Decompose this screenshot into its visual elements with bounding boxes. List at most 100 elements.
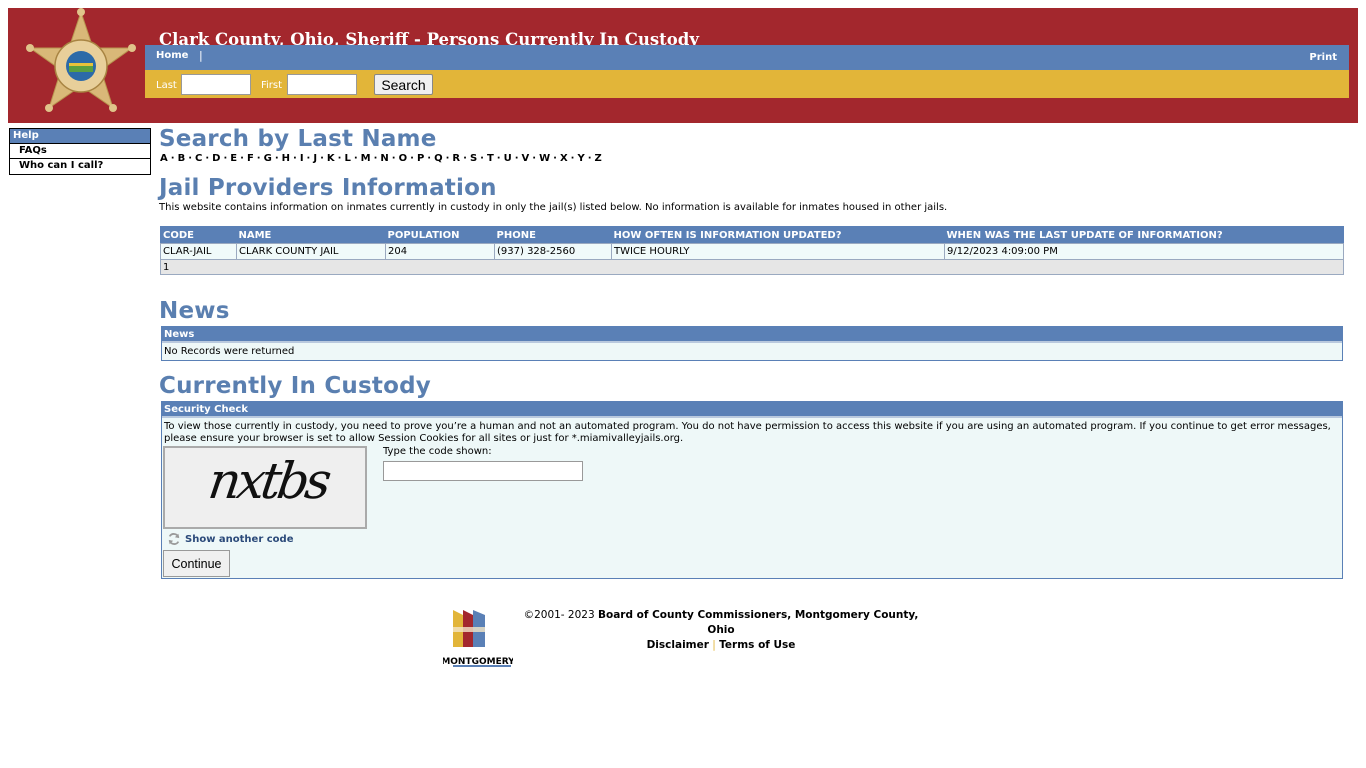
code-label: Type the code shown: xyxy=(383,446,492,457)
captcha-code-input[interactable] xyxy=(383,461,583,481)
letter-link-l[interactable]: L xyxy=(344,153,350,164)
help-item-who-can-i-call[interactable]: Who can I call? xyxy=(10,159,150,174)
montgomery-county-logo: MONTGOMERY xyxy=(443,610,513,667)
help-item-faqs[interactable]: FAQs xyxy=(10,144,150,159)
letter-link-g[interactable]: G xyxy=(264,153,272,164)
letter-link-v[interactable]: V xyxy=(522,153,530,164)
letter-separator: · xyxy=(570,153,575,164)
letter-separator: · xyxy=(587,153,592,164)
letter-separator: · xyxy=(223,153,228,164)
letter-link-c[interactable]: C xyxy=(195,153,202,164)
letter-link-r[interactable]: R xyxy=(452,153,460,164)
letter-separator: · xyxy=(445,153,450,164)
col-code: CODE xyxy=(160,226,237,244)
letter-separator: · xyxy=(410,153,414,164)
alphabet-index: A · B · C · D · E · F · G · H · I · J · K · L · M · N · O · P · Q · R · S · T ·… xyxy=(160,153,602,164)
letter-link-u[interactable]: U xyxy=(504,153,512,164)
top-nav: Home | Print xyxy=(145,45,1349,70)
jail-providers-heading: Jail Providers Information xyxy=(159,175,497,201)
letter-separator: · xyxy=(240,153,244,164)
disclaimer-link[interactable]: Disclaimer xyxy=(647,639,709,651)
letter-separator: · xyxy=(353,153,358,164)
search-by-last-name-heading: Search by Last Name xyxy=(159,126,437,152)
copyright-line: ©2001- 2023 Board of County Commissioner… xyxy=(515,608,927,638)
letter-link-e[interactable]: E xyxy=(230,153,237,164)
search-button[interactable]: Search xyxy=(374,74,433,95)
letter-separator: · xyxy=(463,153,467,164)
col-phone: PHONE xyxy=(494,226,612,244)
footer-links: Disclaimer | Terms of Use xyxy=(515,638,927,653)
letter-link-w[interactable]: W xyxy=(539,153,550,164)
letter-separator: · xyxy=(496,153,501,164)
page-number[interactable]: 1 xyxy=(160,259,1344,275)
letter-separator: · xyxy=(532,153,537,164)
letter-link-t[interactable]: T xyxy=(487,153,494,164)
col-name: NAME xyxy=(236,226,386,244)
letter-separator: · xyxy=(553,153,557,164)
security-check-message: To view those currently in custody, you … xyxy=(164,421,1331,444)
letter-link-o[interactable]: O xyxy=(399,153,408,164)
letter-separator: · xyxy=(306,153,311,164)
letter-link-y[interactable]: Y xyxy=(577,153,584,164)
table-header-row: CODE NAME POPULATION PHONE HOW OFTEN IS … xyxy=(160,226,1344,244)
letter-link-b[interactable]: B xyxy=(178,153,186,164)
cell-last-update: 9/12/2023 4:09:00 PM xyxy=(944,243,1344,260)
letter-separator: · xyxy=(427,153,432,164)
nav-home-link[interactable]: Home xyxy=(156,50,188,61)
news-empty-message: No Records were returned xyxy=(164,346,295,357)
letter-link-a[interactable]: A xyxy=(160,153,168,164)
copyright-years: ©2001- 2023 xyxy=(523,609,598,621)
name-search-bar: Last First Search xyxy=(145,70,1349,98)
security-check-title: Security Check xyxy=(162,402,1342,418)
jail-providers-table: CODE NAME POPULATION PHONE HOW OFTEN IS … xyxy=(160,226,1344,275)
letter-separator: · xyxy=(373,153,378,164)
letter-separator: · xyxy=(256,153,261,164)
letter-separator: · xyxy=(293,153,297,164)
refresh-icon xyxy=(168,533,180,545)
table-row: CLAR-JAIL CLARK COUNTY JAIL 204 (937) 32… xyxy=(160,243,1344,260)
letter-link-k[interactable]: K xyxy=(327,153,335,164)
footer-separator: | xyxy=(712,639,716,651)
print-link[interactable]: Print xyxy=(1309,52,1337,63)
letter-link-i[interactable]: I xyxy=(300,153,304,164)
last-name-label: Last xyxy=(156,80,177,91)
news-heading: News xyxy=(159,298,230,324)
copyright-org: Board of County Commissioners, Montgomer… xyxy=(598,609,919,636)
cell-phone: (937) 328-2560 xyxy=(494,243,612,260)
jail-providers-description: This website contains information on inm… xyxy=(159,202,948,213)
last-name-input[interactable] xyxy=(181,74,251,95)
letter-separator: · xyxy=(391,153,396,164)
footer: ©2001- 2023 Board of County Commissioner… xyxy=(515,608,927,653)
letter-link-j[interactable]: J xyxy=(313,153,317,164)
letter-link-x[interactable]: X xyxy=(560,153,568,164)
letter-link-h[interactable]: H xyxy=(282,153,290,164)
letter-link-z[interactable]: Z xyxy=(595,153,602,164)
terms-of-use-link[interactable]: Terms of Use xyxy=(719,639,795,651)
security-check-box: Security Check To view those currently i… xyxy=(161,401,1343,579)
letter-link-d[interactable]: D xyxy=(212,153,220,164)
nav-separator: | xyxy=(199,49,203,62)
cell-code: CLAR-JAIL xyxy=(160,243,237,260)
letter-separator: · xyxy=(274,153,279,164)
continue-button[interactable]: Continue xyxy=(163,550,230,577)
letter-separator: · xyxy=(205,153,210,164)
letter-link-s[interactable]: S xyxy=(470,153,477,164)
news-box: News No Records were returned xyxy=(161,326,1343,361)
letter-link-q[interactable]: Q xyxy=(434,153,443,164)
letter-separator: · xyxy=(320,153,324,164)
cell-name: CLARK COUNTY JAIL xyxy=(236,243,386,260)
letter-link-n[interactable]: N xyxy=(380,153,388,164)
letter-link-m[interactable]: M xyxy=(361,153,371,164)
sheriff-badge-icon xyxy=(26,8,136,112)
show-another-code-link[interactable]: Show another code xyxy=(167,532,293,546)
letter-separator: · xyxy=(170,153,175,164)
letter-separator: · xyxy=(337,153,342,164)
cell-population: 204 xyxy=(385,243,495,260)
currently-in-custody-heading: Currently In Custody xyxy=(159,373,431,399)
col-update-frequency: HOW OFTEN IS INFORMATION UPDATED? xyxy=(611,226,945,244)
first-name-input[interactable] xyxy=(287,74,357,95)
letter-link-p[interactable]: P xyxy=(417,153,424,164)
letter-link-f[interactable]: F xyxy=(247,153,254,164)
first-name-label: First xyxy=(261,80,283,91)
news-box-title: News xyxy=(162,327,1342,343)
